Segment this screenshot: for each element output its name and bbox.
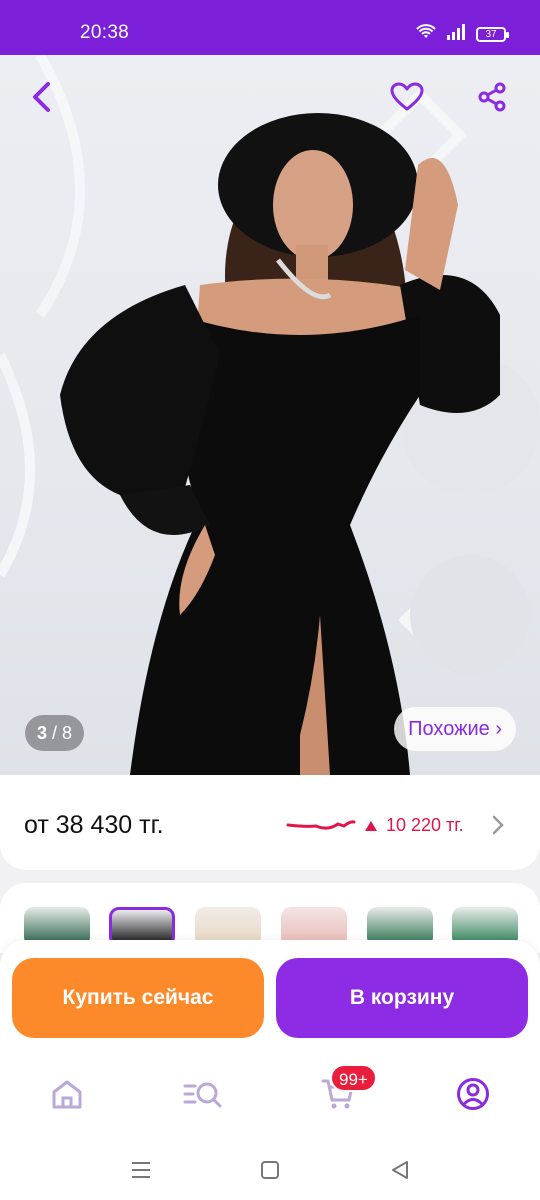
chevron-left-icon (33, 82, 50, 112)
image-counter-current: 3 (37, 723, 48, 743)
image-counter-total: / 8 (52, 723, 73, 743)
back-system-button[interactable] (387, 1158, 413, 1182)
triangle-up-icon (365, 820, 377, 831)
product-photo (0, 55, 540, 775)
status-icons: 37 (416, 24, 509, 45)
home-system-button[interactable] (257, 1158, 283, 1182)
share-icon (478, 82, 506, 112)
similar-button[interactable]: Похожие › (394, 707, 516, 751)
price-change-value: 10 220 тг. (386, 815, 464, 835)
profile-icon (457, 1078, 489, 1110)
menu-icon (132, 1162, 150, 1178)
tab-profile[interactable] (448, 1072, 498, 1116)
price-value: от 38 430 тг. (24, 811, 164, 839)
price-sparkline-icon (286, 819, 356, 830)
battery-icon: 37 (476, 27, 509, 42)
status-bar: 20:38 37 (0, 0, 540, 55)
tab-catalog[interactable] (178, 1072, 228, 1116)
purchase-actions: Купить сейчас В корзину (0, 940, 540, 1050)
system-navigation-bar (0, 1140, 540, 1200)
triangle-back-icon (392, 1161, 408, 1179)
favorite-button[interactable] (385, 75, 429, 119)
catalog-search-icon (183, 1082, 222, 1108)
signal-icon (446, 24, 466, 45)
buy-now-button[interactable]: Купить сейчас (12, 958, 264, 1038)
wifi-icon (416, 24, 436, 45)
home-icon (52, 1080, 82, 1109)
heart-icon (390, 82, 424, 111)
bottom-tab-bar (0, 1050, 540, 1140)
image-counter: 3 / 8 (25, 715, 85, 751)
status-time: 20:38 (80, 22, 130, 43)
price-details-chevron[interactable] (492, 815, 504, 840)
cart-count-badge: 99+ (330, 1064, 377, 1092)
price-card[interactable]: от 38 430 тг. 10 220 тг. (0, 775, 540, 870)
tab-home[interactable] (42, 1072, 92, 1116)
add-to-cart-button[interactable]: В корзину (276, 958, 528, 1038)
share-button[interactable] (470, 75, 514, 119)
product-gallery[interactable]: 3 / 8 Похожие › (0, 55, 540, 775)
back-button[interactable] (20, 75, 64, 119)
recent-apps-button[interactable] (128, 1158, 154, 1182)
price-change: 10 220 тг. (286, 815, 464, 836)
square-icon (261, 1161, 279, 1179)
chevron-right-icon (492, 815, 504, 835)
